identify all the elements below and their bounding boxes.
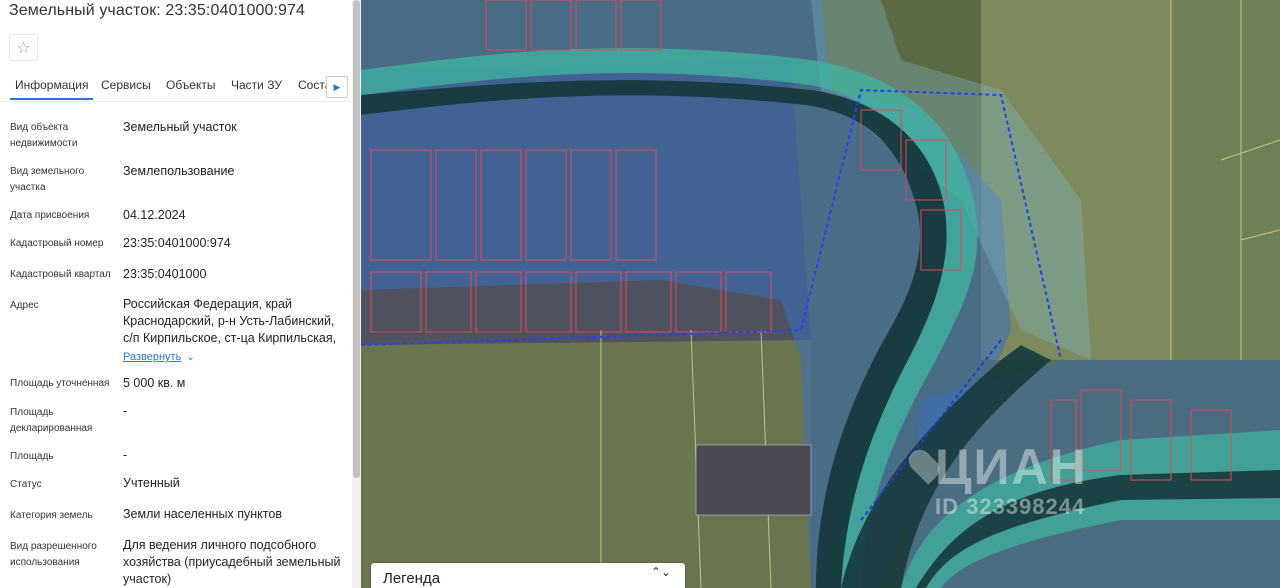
- cad-number-value: 23:35:0401000:974: [123, 236, 231, 250]
- area-precise-value: 5 000 кв. м: [123, 376, 186, 390]
- object-type-value: Земельный участок: [123, 120, 237, 134]
- chevron-right-icon: ▶: [333, 81, 341, 92]
- permitted-use-value: Для ведения личного подсобного хозяйства…: [123, 538, 341, 586]
- cad-number-label: Кадастровый номер: [10, 238, 104, 249]
- tabs-scroll-right-button[interactable]: ▶: [326, 76, 348, 98]
- tab-bar: Информация Сервисы Объекты Части ЗУ Сост…: [0, 70, 352, 102]
- info-panel: Земельный участок: 23:35:0401000:974 ☆ И…: [0, 0, 352, 588]
- tab-parts[interactable]: Части ЗУ: [231, 78, 282, 92]
- page-title: Земельный участок: 23:35:0401000:974: [9, 2, 306, 19]
- tab-services[interactable]: Сервисы: [101, 78, 151, 92]
- area-label: Площадь: [10, 451, 54, 462]
- assign-date-value: 04.12.2024: [123, 208, 186, 222]
- land-category-value: Земли населенных пунктов: [123, 507, 282, 521]
- address-expand-link[interactable]: Развернуть: [123, 351, 181, 363]
- area-precise-label: Площадь уточненная: [10, 378, 110, 389]
- area-value: -: [123, 448, 128, 462]
- tab-info[interactable]: Информация: [9, 78, 95, 100]
- field-east: [1171, 0, 1280, 360]
- legend-title: Легенда: [383, 570, 441, 587]
- address-value: Российская Федерация, край Краснодарский…: [123, 297, 337, 345]
- status-label: Статус: [10, 479, 42, 490]
- address-block: Российская Федерация, край Краснодарский…: [123, 296, 347, 365]
- chevron-up-down-icon: ⌃⌄: [650, 565, 671, 579]
- panel-scrollbar-thumb[interactable]: [353, 0, 360, 478]
- area-declared-label: Площадь декларированная: [10, 407, 93, 434]
- watermark-id: ID 323398244: [935, 494, 1086, 519]
- map-layers: [361, 0, 1280, 588]
- object-type-label: Вид объекта недвижимости: [10, 122, 78, 149]
- assign-date-label: Дата присвоения: [10, 210, 90, 221]
- watermark: ЦИАН ID 323398244: [904, 439, 1088, 520]
- permitted-use-label: Вид разрешенного использования: [10, 541, 97, 568]
- address-label: Адрес: [10, 300, 39, 311]
- land-type-label: Вид земельного участка: [10, 166, 85, 193]
- star-icon: ☆: [16, 39, 31, 57]
- area-declared-value: -: [123, 404, 128, 418]
- tab-objects[interactable]: Объекты: [166, 78, 216, 92]
- favorite-button[interactable]: ☆: [9, 34, 38, 61]
- legend-dropdown[interactable]: Легенда ⌃⌄: [371, 563, 685, 588]
- watermark-brand: ЦИАН: [935, 439, 1088, 495]
- cad-quarter-value: 23:35:0401000: [123, 267, 207, 281]
- farm-buildings: [695, 444, 812, 516]
- land-category-label: Категория земель: [10, 510, 93, 521]
- cad-quarter-label: Кадастровый квартал: [10, 269, 111, 280]
- status-value: Учтенный: [123, 476, 180, 490]
- land-type-value: Землепользование: [123, 164, 235, 178]
- cadastral-map[interactable]: ЦИАН ID 323398244 Легенда ⌃⌄: [361, 0, 1280, 588]
- chevron-down-icon[interactable]: ⌄: [186, 352, 194, 363]
